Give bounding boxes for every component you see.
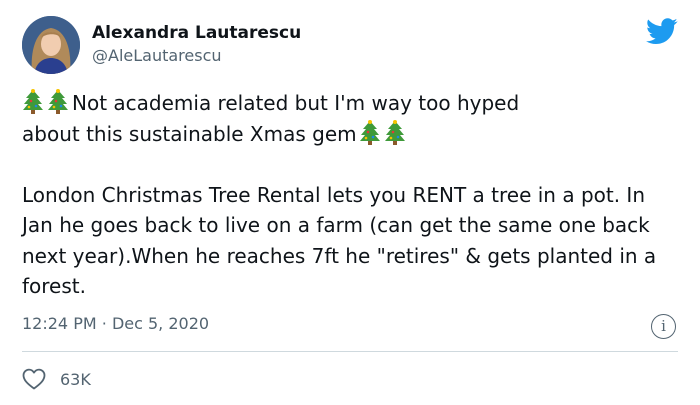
heart-icon bbox=[22, 368, 46, 390]
author-handle[interactable]: @AleLautarescu bbox=[92, 46, 222, 65]
info-icon[interactable]: i bbox=[651, 314, 676, 339]
like-count: 63K bbox=[60, 369, 91, 389]
tweet-text: Not academia related but I'm way too hyp… bbox=[22, 88, 682, 302]
christmas-tree-icon bbox=[22, 89, 44, 115]
tweet-paragraph-1: Not academia related but I'm way too hyp… bbox=[22, 88, 682, 149]
divider bbox=[22, 351, 678, 352]
avatar-photo bbox=[22, 16, 80, 74]
tweet-card: Alexandra Lautarescu @AleLautarescu Not … bbox=[0, 0, 700, 405]
tweet-date: Dec 5, 2020 bbox=[111, 314, 210, 333]
tweet-timestamp[interactable]: 12:24 PM · Dec 5, 2020 bbox=[22, 314, 209, 333]
tweet-line-1: Not academia related but I'm way too hyp… bbox=[72, 91, 520, 115]
meta-separator: · bbox=[101, 314, 107, 333]
tweet-time: 12:24 PM bbox=[22, 314, 97, 333]
christmas-tree-icon bbox=[47, 89, 69, 115]
tweet-paragraph-2: London Christmas Tree Rental lets you RE… bbox=[22, 182, 657, 299]
twitter-bird-icon[interactable] bbox=[646, 18, 678, 45]
like-button[interactable]: 63K bbox=[22, 366, 91, 392]
christmas-tree-icon bbox=[384, 119, 406, 146]
christmas-tree-icon bbox=[359, 119, 381, 146]
author-display-name[interactable]: Alexandra Lautarescu bbox=[92, 23, 301, 43]
avatar[interactable] bbox=[22, 16, 80, 74]
tweet-line-2: about this sustainable Xmas gem bbox=[22, 121, 357, 146]
